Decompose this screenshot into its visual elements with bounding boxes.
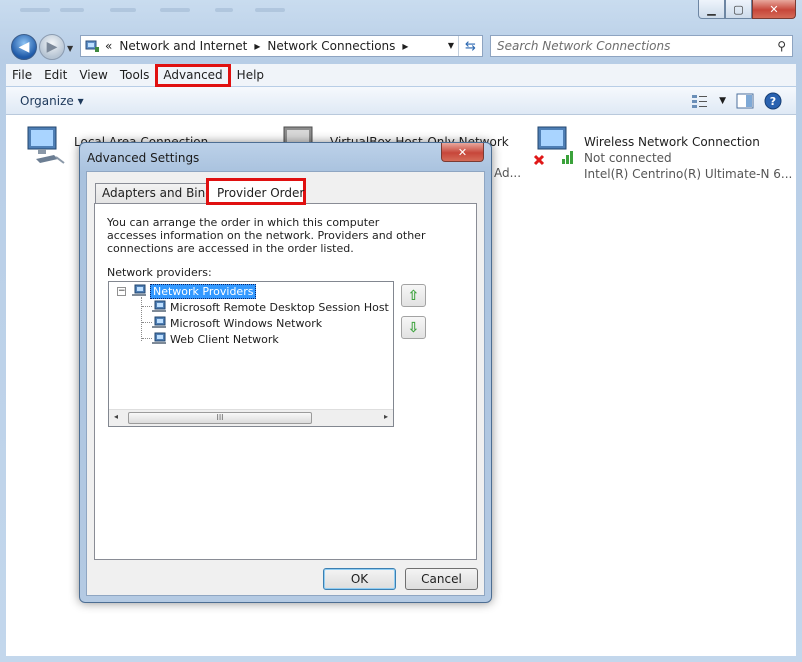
network-providers-label: Network providers:	[107, 266, 212, 279]
network-provider-icon	[152, 300, 166, 312]
help-icon[interactable]: ?	[764, 92, 782, 110]
search-icon[interactable]: ⚲	[777, 39, 786, 53]
tree-root-network-providers[interactable]: Network Providers	[131, 283, 257, 299]
breadcrumb-separator[interactable]: ▸	[254, 39, 260, 53]
move-up-button[interactable]: ⇧	[401, 284, 426, 307]
command-bar-right: ▼ ?	[691, 92, 782, 110]
address-bar[interactable]: « Network and Internet ▸ Network Connect…	[80, 35, 483, 57]
tree-root-label: Network Providers	[150, 283, 257, 299]
breadcrumb-overflow[interactable]: «	[105, 39, 112, 53]
network-provider-icon	[152, 316, 166, 328]
forward-button[interactable]: ▶	[39, 34, 65, 60]
tab-adapters-and-bindings[interactable]: Adapters and Bindings	[95, 183, 238, 204]
back-button[interactable]: ◀	[11, 34, 37, 60]
tree-item-label: Microsoft Remote Desktop Session Host Se…	[170, 300, 393, 314]
horizontal-scrollbar[interactable]: ◂ III ▸	[109, 409, 393, 426]
search-input[interactable]: Search Network Connections ⚲	[490, 35, 793, 57]
menu-help[interactable]: Help	[231, 66, 270, 84]
connection-device: Ad...	[494, 166, 522, 180]
minimize-button[interactable]: ▁	[698, 0, 725, 19]
refresh-icon[interactable]: ⇆	[458, 36, 482, 56]
scroll-right-icon[interactable]: ▸	[384, 412, 388, 421]
explorer-window: ▁ ▢ ✕ ◀ ▶ ▼ « Network and Internet ▸ Net…	[0, 0, 802, 662]
preview-pane-icon[interactable]	[736, 93, 754, 109]
advanced-settings-dialog: Advanced Settings ✕ Adapters and Binding…	[79, 142, 492, 603]
provider-order-panel: You can arrange the order in which this …	[94, 203, 477, 560]
connection-device: Intel(R) Centrino(R) Ultimate-N 6...	[584, 167, 793, 181]
provider-order-description: You can arrange the order in which this …	[107, 216, 426, 255]
scroll-left-icon[interactable]: ◂	[114, 412, 118, 421]
tree-connector	[141, 297, 142, 341]
organize-button[interactable]: Organize ▾	[20, 94, 84, 108]
wireless-network-adapter-icon	[533, 126, 573, 166]
blurred-taskbar-strip	[0, 0, 690, 28]
organize-label: Organize	[20, 93, 74, 108]
command-bar: Organize ▾ ▼ ?	[6, 87, 796, 115]
dialog-body: Adapters and Bindings Provider Order You…	[86, 171, 485, 596]
menu-view[interactable]: View	[73, 66, 113, 84]
dialog-close-button[interactable]: ✕	[441, 143, 484, 162]
network-provider-icon	[152, 332, 166, 344]
breadcrumb-separator[interactable]: ▸	[402, 39, 408, 53]
caption-buttons: ▁ ▢ ✕	[698, 0, 796, 19]
breadcrumb-network-and-internet[interactable]: Network and Internet	[119, 39, 247, 53]
menu-advanced[interactable]: Advanced	[155, 63, 231, 87]
network-providers-icon	[132, 284, 146, 296]
connection-wireless[interactable]: Wireless Network Connection Not connecte…	[532, 125, 796, 181]
network-providers-tree[interactable]: − Network Providers Microsoft Remote Des…	[108, 281, 394, 427]
view-options-dropdown-icon[interactable]: ▼	[719, 96, 726, 106]
menu-bar: File Edit View Tools Advanced Help	[6, 63, 796, 87]
dialog-title: Advanced Settings	[87, 151, 200, 165]
connection-title: Wireless Network Connection	[584, 135, 760, 149]
ok-button[interactable]: OK	[323, 568, 396, 590]
connection-status: Not connected	[584, 151, 672, 165]
svg-text:?: ?	[770, 95, 776, 108]
menu-file[interactable]: File	[6, 66, 38, 84]
tree-item-label: Web Client Network	[170, 332, 279, 346]
scroll-thumb[interactable]: III	[128, 412, 312, 424]
network-folder-icon	[85, 40, 99, 52]
close-button[interactable]: ✕	[752, 0, 796, 19]
breadcrumb-network-connections[interactable]: Network Connections	[267, 39, 395, 53]
tree-item-label: Microsoft Windows Network	[170, 316, 323, 330]
recent-pages-dropdown[interactable]: ▼	[67, 44, 73, 53]
move-down-button[interactable]: ⇩	[401, 316, 426, 339]
tree-item-rdsh[interactable]: Microsoft Remote Desktop Session Host Se…	[151, 299, 393, 315]
tree-item-web-client[interactable]: Web Client Network	[151, 331, 279, 347]
search-placeholder: Search Network Connections	[497, 39, 671, 53]
change-view-icon[interactable]	[691, 93, 709, 109]
address-dropdown-icon[interactable]: ▼	[448, 41, 454, 50]
menu-tools[interactable]: Tools	[114, 66, 156, 84]
wired-network-adapter-icon	[27, 126, 65, 164]
collapse-toggle[interactable]: −	[117, 287, 126, 296]
maximize-button[interactable]: ▢	[725, 0, 752, 19]
tab-provider-order[interactable]: Provider Order	[206, 178, 306, 205]
menu-edit[interactable]: Edit	[38, 66, 73, 84]
tree-item-windows-network[interactable]: Microsoft Windows Network	[151, 315, 322, 331]
cancel-button[interactable]: Cancel	[405, 568, 478, 590]
breadcrumb: « Network and Internet ▸ Network Connect…	[81, 39, 408, 53]
